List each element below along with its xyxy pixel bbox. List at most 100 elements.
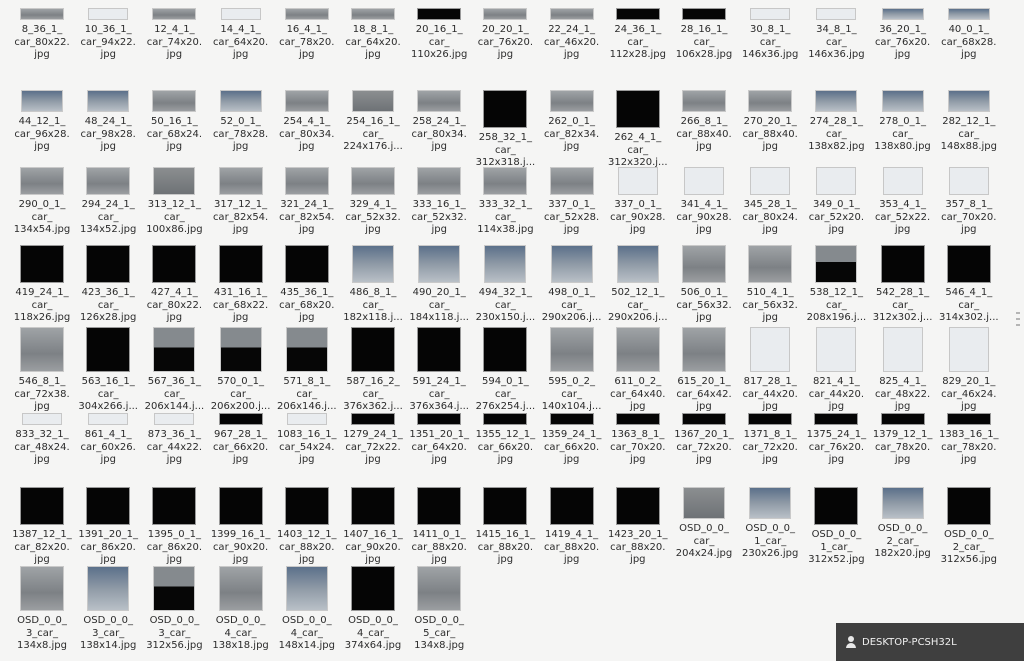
file-item[interactable]: 591_24_1_ car_ 376x364.j... [406, 327, 472, 419]
file-name: 506_0_1_ car_56x32. jpg [676, 287, 732, 323]
file-item[interactable]: OSD_0_0_ 3_car_ 138x14.jpg [75, 566, 141, 658]
file-thumbnail [22, 413, 62, 425]
file-item[interactable]: 546_8_1_ car_72x38. jpg [9, 327, 75, 419]
file-item[interactable]: 16_4_1_ car_78x20. jpg [274, 8, 340, 100]
file-thumbnail [417, 487, 462, 525]
file-item[interactable]: 546_4_1_ car_ 314x302.j... [936, 245, 1002, 337]
file-thumbnail [748, 245, 793, 283]
file-item[interactable]: 829_20_1_ car_46x24. jpg [936, 327, 1002, 419]
file-item[interactable]: OSD_0_0_ 2_car_ 182x20.jpg [870, 487, 936, 579]
file-thumbnail [816, 8, 857, 20]
file-item[interactable]: 423_36_1_ car_ 126x28.jpg [75, 245, 141, 337]
file-item[interactable]: 8_36_1_ car_80x22. jpg [9, 8, 75, 100]
file-item[interactable]: 595_0_2_ car_ 140x104.j... [539, 327, 605, 419]
file-item[interactable]: 538_12_1_ car_ 208x196.j... [803, 245, 869, 337]
file-item[interactable]: 431_16_1_ car_68x22. jpg [208, 245, 274, 337]
file-item[interactable]: 498_0_1_ car_ 290x206.j... [539, 245, 605, 337]
file-item[interactable]: OSD_0_0_ 5_car_ 134x8.jpg [406, 566, 472, 658]
file-item[interactable]: 542_28_1_ car_ 312x302.j... [870, 245, 936, 337]
file-name: 1371_8_1_ car_72x20. jpg [742, 429, 798, 465]
file-name: 337_0_1_ car_52x28. jpg [543, 199, 600, 235]
file-thumbnail [154, 413, 195, 425]
file-item[interactable]: 571_8_1_ car_ 206x146.j... [274, 327, 340, 419]
file-item[interactable]: 587_16_2_ car_ 376x362.j... [340, 327, 406, 419]
file-item[interactable]: 615_20_1_ car_64x42. jpg [671, 327, 737, 419]
file-item[interactable]: 502_12_1_ car_ 290x206.j... [605, 245, 671, 337]
file-item[interactable]: 30_8_1_ car_ 146x36.jpg [737, 8, 803, 100]
file-thumbnail [549, 167, 594, 195]
file-name: 18_8_1_ car_64x20. jpg [345, 24, 401, 60]
file-name: 594_0_1_ car_ 276x254.j... [475, 376, 536, 412]
file-thumbnail [750, 167, 791, 195]
file-thumbnail [814, 413, 859, 425]
file-item[interactable]: 510_4_1_ car_56x32. jpg [737, 245, 803, 337]
file-item[interactable]: 563_16_1_ car_ 304x266.j... [75, 327, 141, 419]
file-item[interactable]: 570_0_1_ car_ 206x200.j... [208, 327, 274, 419]
file-name: 587_16_2_ car_ 376x362.j... [343, 376, 403, 412]
file-item[interactable]: 490_20_1_ car_ 184x118.j... [406, 245, 472, 337]
file-thumbnail [218, 413, 263, 425]
file-item[interactable]: OSD_0_0_ 3_car_ 134x8.jpg [9, 566, 75, 658]
file-item[interactable]: 20_20_1_ car_76x20. jpg [472, 8, 538, 100]
file-name: 36_20_1_ car_76x20. jpg [874, 24, 931, 60]
file-item[interactable]: OSD_0_0_ 3_car_ 312x56.jpg [141, 566, 207, 658]
file-item[interactable]: 40_0_1_ car_68x28. jpg [936, 8, 1002, 100]
file-item[interactable]: 20_16_1_ car_ 110x26.jpg [406, 8, 472, 100]
file-item[interactable]: 427_4_1_ car_80x22. jpg [141, 245, 207, 337]
scrollbar-grip[interactable] [1016, 318, 1020, 320]
file-item[interactable]: OSD_0_0_ 4_car_ 148x14.jpg [274, 566, 340, 658]
file-item[interactable]: 494_32_1_ car_ 230x150.j... [472, 245, 538, 337]
file-item[interactable]: OSD_0_0_ car_ 204x24.jpg [671, 487, 737, 579]
file-name: 12_4_1_ car_74x20. jpg [146, 24, 203, 60]
file-name: 1375_24_1_ car_76x20. jpg [806, 429, 867, 465]
file-name: 349_0_1_ car_52x20. jpg [808, 199, 865, 235]
file-item[interactable]: 594_0_1_ car_ 276x254.j... [472, 327, 538, 419]
file-item[interactable]: OSD_0_0_ 4_car_ 138x18.jpg [208, 566, 274, 658]
file-item[interactable]: 486_8_1_ car_ 182x118.j... [340, 245, 406, 337]
scrollbar-grip[interactable] [1016, 324, 1020, 326]
file-thumbnail [417, 167, 462, 195]
file-name: 1279_24_1_ car_72x22. jpg [343, 429, 403, 465]
file-item[interactable]: 12_4_1_ car_74x20. jpg [141, 8, 207, 100]
file-item[interactable]: 36_20_1_ car_76x20. jpg [870, 8, 936, 100]
file-thumbnail [351, 413, 395, 425]
file-name: 431_16_1_ car_68x22. jpg [212, 287, 269, 323]
file-name: 258_24_1_ car_80x34. jpg [411, 116, 467, 152]
file-item[interactable]: 34_8_1_ car_ 146x36.jpg [803, 8, 869, 100]
file-name: OSD_0_0_ 5_car_ 134x8.jpg [414, 615, 465, 651]
file-name: 20_20_1_ car_76x20. jpg [477, 24, 534, 60]
file-thumbnail [682, 8, 726, 20]
file-item[interactable]: 435_36_1_ car_68x20. jpg [274, 245, 340, 337]
file-thumbnail [683, 487, 725, 519]
file-item[interactable]: 22_24_1_ car_46x20. jpg [539, 8, 605, 100]
file-thumbnail [417, 90, 462, 112]
file-item[interactable]: OSD_0_0_ 2_car_ 312x56.jpg [936, 487, 1002, 579]
file-item[interactable]: 817_28_1_ car_44x20. jpg [737, 327, 803, 419]
file-thumbnail [152, 90, 197, 112]
file-item[interactable]: 825_4_1_ car_48x22. jpg [870, 327, 936, 419]
file-item[interactable]: 10_36_1_ car_94x22. jpg [75, 8, 141, 100]
file-item[interactable]: 611_0_2_ car_64x40. jpg [605, 327, 671, 419]
file-thumbnail [549, 90, 594, 112]
file-item[interactable]: 14_4_1_ car_64x20. jpg [208, 8, 274, 100]
file-item[interactable]: 1415_16_1_ car_88x20. jpg [472, 487, 538, 579]
file-name: OSD_0_0_ 1_car_ 312x52.jpg [808, 529, 865, 565]
file-item[interactable]: 506_0_1_ car_56x32. jpg [671, 245, 737, 337]
file-item[interactable]: 1419_4_1_ car_88x20. jpg [539, 487, 605, 579]
scrollbar-grip[interactable] [1016, 312, 1020, 314]
file-item[interactable]: 821_4_1_ car_44x20. jpg [803, 327, 869, 419]
file-item[interactable]: 28_16_1_ car_ 106x28.jpg [671, 8, 737, 100]
file-item[interactable]: 567_36_1_ car_ 206x144.j... [141, 327, 207, 419]
file-item[interactable]: 419_24_1_ car_ 118x26.jpg [9, 245, 75, 337]
file-item[interactable]: OSD_0_0_ 1_car_ 230x26.jpg [737, 487, 803, 579]
scrollbar[interactable] [1014, 0, 1022, 661]
file-item[interactable]: OSD_0_0_ 4_car_ 374x64.jpg [340, 566, 406, 658]
file-name: 423_36_1_ car_ 126x28.jpg [79, 287, 137, 323]
file-item[interactable]: 24_36_1_ car_ 112x28.jpg [605, 8, 671, 100]
file-item[interactable]: 18_8_1_ car_64x20. jpg [340, 8, 406, 100]
file-thumbnail [285, 566, 328, 611]
user-status-badge[interactable]: DESKTOP-PCSH32L [836, 623, 1024, 661]
file-name: 615_20_1_ car_64x42. jpg [676, 376, 732, 412]
file-item[interactable]: 1423_20_1_ car_88x20. jpg [605, 487, 671, 579]
file-item[interactable]: OSD_0_0_ 1_car_ 312x52.jpg [803, 487, 869, 579]
